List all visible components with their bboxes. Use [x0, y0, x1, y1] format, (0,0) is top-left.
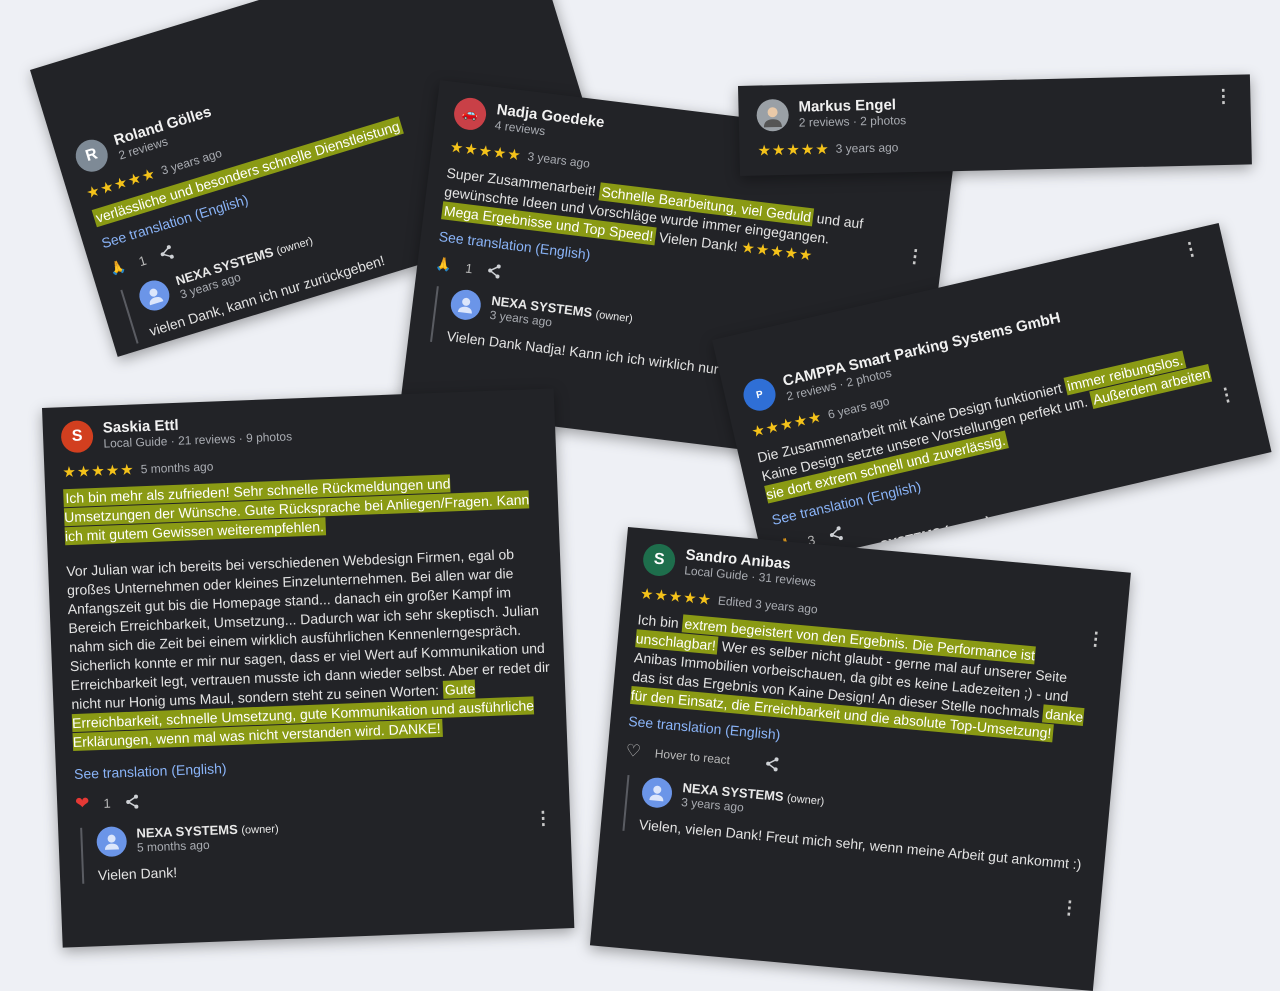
heart-emoji-icon[interactable]: ❤ — [75, 793, 90, 814]
avatar: S — [641, 542, 677, 578]
pray-emoji-icon[interactable]: 🙏 — [435, 256, 453, 274]
pray-emoji-icon[interactable]: 🙏 — [108, 258, 128, 278]
share-icon[interactable] — [486, 262, 504, 280]
star-rating: ★★★★★ — [448, 138, 523, 165]
person-icon — [135, 276, 174, 315]
review-card-sandro: ⋮ ⋮ S Sandro Anibas Local Guide · 31 rev… — [589, 527, 1131, 991]
reaction-count: 1 — [136, 252, 149, 269]
avatar — [756, 98, 790, 132]
share-icon[interactable] — [124, 794, 141, 811]
hover-to-react: Hover to react — [654, 746, 731, 768]
avatar: S — [60, 420, 94, 454]
highlighted-text: Ich bin mehr als zufrieden! Sehr schnell… — [63, 474, 530, 546]
person-icon — [96, 826, 128, 858]
kebab-icon[interactable]: ⋮ — [1214, 86, 1232, 106]
see-translation-link[interactable]: See translation (English) — [74, 748, 550, 782]
star-rating: ★★★★★ — [62, 461, 136, 482]
kebab-icon[interactable]: ⋮ — [534, 808, 553, 829]
kebab-icon[interactable]: ⋮ — [1180, 237, 1202, 261]
person-icon — [449, 288, 483, 322]
review-text: Vor Julian war ich bereits bei verschied… — [65, 545, 550, 713]
reviewer-meta: 2 reviews · 2 photos — [798, 113, 907, 130]
review-card-saskia: ⋮ S Saskia Ettl Local Guide · 21 reviews… — [42, 388, 575, 948]
person-icon — [640, 776, 674, 810]
share-icon[interactable] — [827, 524, 846, 543]
share-icon[interactable] — [157, 243, 177, 263]
kebab-icon[interactable]: ⋮ — [905, 245, 925, 267]
star-rating: ★★★★★ — [757, 140, 830, 160]
share-icon[interactable] — [763, 755, 780, 772]
kebab-icon[interactable]: ⋮ — [1086, 628, 1106, 650]
review-date: 6 years ago — [826, 393, 891, 422]
avatar: 🚗 — [452, 96, 488, 132]
review-date: 5 months ago — [140, 459, 214, 477]
review-date: 3 years ago — [526, 149, 591, 171]
heart-outline-icon[interactable]: ♡ — [625, 741, 642, 762]
review-card-markus: ⋮ Markus Engel 2 reviews · 2 photos ★★★★… — [738, 74, 1252, 176]
reaction-count: 1 — [464, 260, 474, 276]
owner-response: NEXA SYSTEMS (owner) 5 months ago Vielen… — [80, 809, 554, 884]
review-date: Edited 3 years ago — [717, 593, 819, 617]
kebab-icon[interactable]: ⋮ — [1059, 897, 1079, 919]
star-rating: ★★★★★ — [639, 585, 713, 609]
reaction-count: 1 — [103, 795, 111, 811]
owner-tag: (owner) — [241, 823, 279, 837]
review-text: Ich bin — [636, 611, 680, 631]
owner-reply-text: Vielen Dank! — [97, 864, 178, 884]
review-date: 3 years ago — [835, 140, 899, 156]
avatar: P — [740, 375, 779, 414]
kebab-icon[interactable]: ⋮ — [1215, 383, 1237, 407]
avatar: R — [71, 135, 112, 176]
